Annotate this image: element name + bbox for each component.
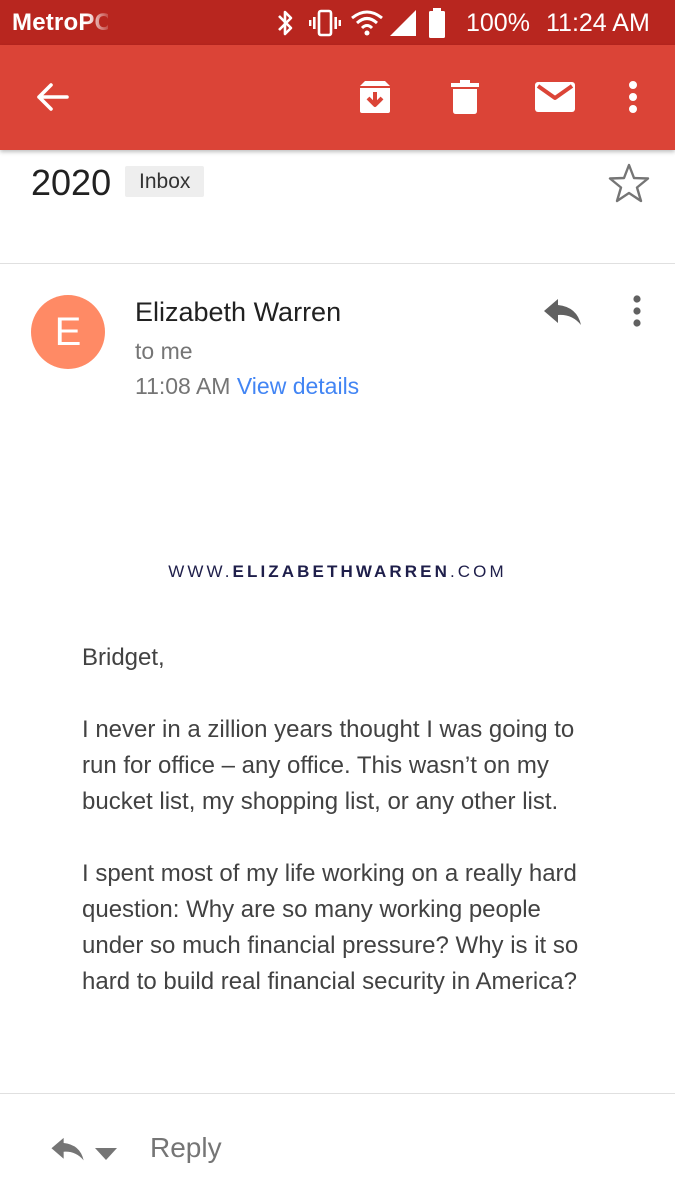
body-paragraph: I never in a zillion years thought I was… bbox=[82, 716, 575, 815]
more-vert-icon bbox=[629, 81, 637, 113]
star-outline-icon bbox=[608, 163, 650, 203]
email-body: Bridget, I never in a zillion years thou… bbox=[82, 640, 602, 1036]
status-icons bbox=[272, 6, 446, 40]
trash-icon bbox=[451, 80, 479, 114]
body-paragraph: Bridget, bbox=[82, 644, 165, 671]
sender-name: Elizabeth Warren bbox=[135, 297, 342, 327]
email-website-header[interactable]: WWW.ELIZABETHWARREN.COM bbox=[0, 562, 675, 582]
battery-icon bbox=[429, 8, 445, 38]
message-time-line: 11:08 AM View details bbox=[135, 373, 359, 400]
signal-icon bbox=[390, 10, 416, 36]
app-toolbar bbox=[0, 45, 675, 150]
archive-button[interactable] bbox=[345, 67, 405, 127]
message-header: E Elizabeth Warren to me 11:08 AM View d… bbox=[0, 265, 675, 415]
reply-options-button[interactable] bbox=[48, 1132, 88, 1168]
vibrate-icon bbox=[309, 9, 341, 37]
website-suffix: .COM bbox=[449, 562, 507, 581]
subject-row: 2020 Inbox bbox=[0, 150, 675, 264]
message-time: 11:08 AM bbox=[135, 373, 231, 399]
email-subject: 2020 bbox=[31, 162, 112, 203]
reply-button[interactable] bbox=[540, 293, 586, 333]
delete-button[interactable] bbox=[435, 67, 495, 127]
archive-icon bbox=[360, 81, 390, 113]
mark-unread-button[interactable] bbox=[525, 67, 585, 127]
avatar[interactable]: E bbox=[31, 295, 105, 369]
back-button[interactable] bbox=[22, 67, 82, 127]
battery-percent: 100% bbox=[466, 9, 530, 37]
view-details-link[interactable]: View details bbox=[237, 373, 359, 399]
status-clock: 11:24 AM bbox=[546, 9, 650, 37]
inbox-label-chip[interactable]: Inbox bbox=[125, 166, 205, 197]
website-prefix: WWW. bbox=[168, 562, 233, 581]
reply-icon bbox=[51, 1137, 84, 1161]
recipient-line: to me bbox=[135, 338, 193, 364]
reply-text-button[interactable]: Reply bbox=[150, 1132, 222, 1164]
status-bar: MetroPCS 100% 11:24 AM bbox=[0, 0, 675, 45]
carrier-fade bbox=[86, 6, 116, 40]
more-options-button[interactable] bbox=[603, 67, 663, 127]
mail-icon bbox=[535, 82, 575, 112]
reply-dropdown[interactable] bbox=[94, 1147, 118, 1161]
reply-icon bbox=[544, 299, 581, 325]
message-more-button[interactable] bbox=[622, 291, 652, 331]
bluetooth-icon bbox=[278, 10, 293, 36]
website-domain: ELIZABETHWARREN bbox=[232, 562, 450, 581]
more-vert-icon bbox=[633, 295, 641, 327]
arrow-left-icon bbox=[37, 83, 69, 111]
reply-bar: Reply bbox=[0, 1093, 675, 1200]
star-button[interactable] bbox=[608, 162, 650, 204]
wifi-icon bbox=[351, 10, 383, 36]
body-paragraph: I spent most of my life working on a rea… bbox=[82, 860, 579, 995]
chevron-down-icon bbox=[95, 1148, 117, 1160]
